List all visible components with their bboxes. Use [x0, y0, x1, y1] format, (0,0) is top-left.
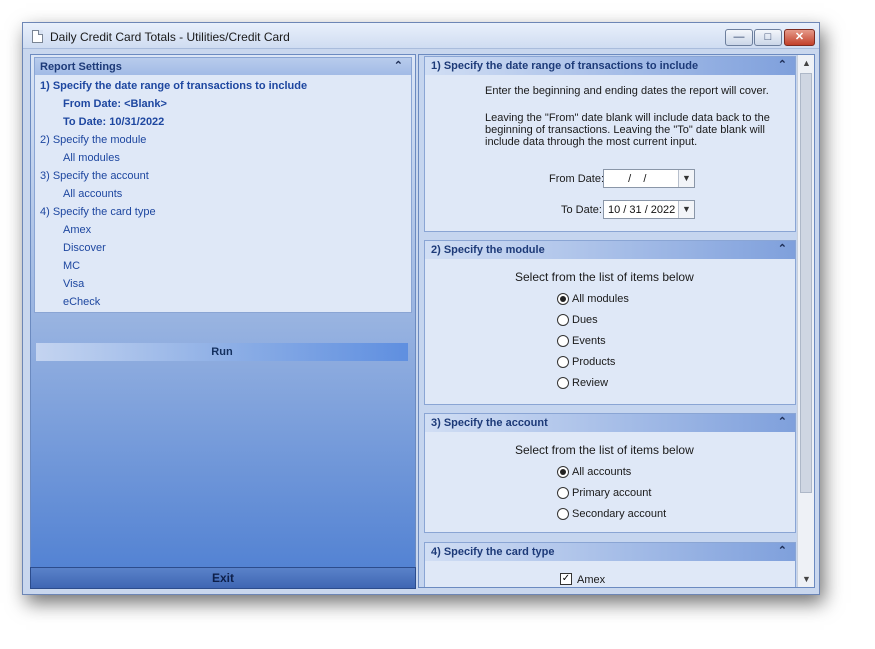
- radio-dues[interactable]: [557, 314, 569, 326]
- module-option-label[interactable]: Events: [572, 335, 606, 347]
- radio-products[interactable]: [557, 356, 569, 368]
- date-intro-text: Enter the beginning and ending dates the…: [485, 85, 769, 97]
- to-date-value: 10 / 31 / 2022: [608, 204, 676, 216]
- report-settings-box: Report Settings ⌃ 1) Specify the date ra…: [34, 57, 412, 313]
- account-option-label[interactable]: Secondary account: [572, 508, 666, 520]
- date-note-line3: include data through the most current in…: [485, 136, 698, 148]
- card-option-label[interactable]: Amex: [577, 574, 605, 586]
- card-type-section: 4) Specify the card type ⌃ ✓ Amex: [424, 542, 796, 587]
- to-date-label: To Date:: [561, 204, 602, 216]
- from-date-label: From Date:: [549, 173, 605, 185]
- summary-step-2[interactable]: 2) Specify the module: [40, 134, 146, 146]
- collapse-icon[interactable]: ⌃: [778, 242, 787, 255]
- module-title: 2) Specify the module: [431, 244, 545, 256]
- date-range-header[interactable]: 1) Specify the date range of transaction…: [425, 57, 795, 75]
- collapse-icon[interactable]: ⌃: [778, 544, 787, 557]
- account-header[interactable]: 3) Specify the account ⌃: [425, 414, 795, 432]
- chevron-down-icon[interactable]: ▼: [678, 170, 694, 187]
- summary-account[interactable]: All accounts: [63, 188, 122, 200]
- date-note-line2: beginning of transactions. Leaving the "…: [485, 124, 765, 136]
- radio-events[interactable]: [557, 335, 569, 347]
- from-date-value: / /: [622, 173, 647, 185]
- radio-all-accounts[interactable]: [557, 466, 569, 478]
- radio-all-modules[interactable]: [557, 293, 569, 305]
- collapse-icon[interactable]: ⌃: [778, 415, 787, 428]
- to-date-picker[interactable]: 10 / 31 / 2022 ▼: [603, 200, 695, 219]
- module-header[interactable]: 2) Specify the module ⌃: [425, 241, 795, 259]
- collapse-icon[interactable]: ⌃: [394, 59, 403, 72]
- maximize-button[interactable]: □: [754, 29, 782, 46]
- report-settings-header[interactable]: Report Settings ⌃: [35, 58, 411, 75]
- account-section: 3) Specify the account ⌃ Select from the…: [424, 413, 796, 533]
- left-panel: Report Settings ⌃ 1) Specify the date ra…: [30, 54, 416, 588]
- exit-button[interactable]: Exit: [30, 567, 416, 589]
- date-range-section: 1) Specify the date range of transaction…: [424, 56, 796, 232]
- module-option-label[interactable]: Review: [572, 377, 608, 389]
- account-prompt: Select from the list of items below: [515, 443, 694, 457]
- summary-to-date[interactable]: To Date: 10/31/2022: [63, 116, 164, 128]
- summary-module[interactable]: All modules: [63, 152, 120, 164]
- summary-step-1[interactable]: 1) Specify the date range of transaction…: [40, 80, 307, 92]
- module-option-label[interactable]: All modules: [572, 293, 629, 305]
- summary-step-3[interactable]: 3) Specify the account: [40, 170, 149, 182]
- summary-step-4[interactable]: 4) Specify the card type: [40, 206, 156, 218]
- title-bar: Daily Credit Card Totals - Utilities/Cre…: [23, 23, 819, 49]
- checkbox-amex[interactable]: ✓: [560, 573, 572, 585]
- account-option-label[interactable]: Primary account: [572, 487, 651, 499]
- module-option-label[interactable]: Products: [572, 356, 615, 368]
- report-settings-title: Report Settings: [40, 61, 122, 73]
- from-date-picker[interactable]: / / ▼: [603, 169, 695, 188]
- vertical-scrollbar[interactable]: ▲ ▼: [797, 55, 814, 587]
- chevron-down-icon[interactable]: ▼: [678, 201, 694, 218]
- summary-card-mc[interactable]: MC: [63, 260, 80, 272]
- card-type-header[interactable]: 4) Specify the card type ⌃: [425, 543, 795, 561]
- minimize-button[interactable]: —: [725, 29, 753, 46]
- account-title: 3) Specify the account: [431, 417, 548, 429]
- summary-card-amex[interactable]: Amex: [63, 224, 91, 236]
- close-button[interactable]: ✕: [784, 29, 815, 46]
- summary-card-discover[interactable]: Discover: [63, 242, 106, 254]
- window-title: Daily Credit Card Totals - Utilities/Cre…: [50, 30, 290, 44]
- module-option-label[interactable]: Dues: [572, 314, 598, 326]
- scroll-up-icon[interactable]: ▲: [802, 58, 811, 68]
- date-range-title: 1) Specify the date range of transaction…: [431, 60, 699, 72]
- app-window: Daily Credit Card Totals - Utilities/Cre…: [22, 22, 820, 595]
- date-note-line1: Leaving the "From" date blank will inclu…: [485, 112, 770, 124]
- collapse-icon[interactable]: ⌃: [778, 58, 787, 71]
- document-icon: [32, 30, 43, 43]
- module-prompt: Select from the list of items below: [515, 270, 694, 284]
- summary-card-echeck[interactable]: eCheck: [63, 296, 100, 308]
- radio-primary-account[interactable]: [557, 487, 569, 499]
- account-option-label[interactable]: All accounts: [572, 466, 631, 478]
- scroll-thumb[interactable]: [800, 73, 812, 493]
- module-section: 2) Specify the module ⌃ Select from the …: [424, 240, 796, 405]
- radio-review[interactable]: [557, 377, 569, 389]
- scroll-down-icon[interactable]: ▼: [802, 574, 811, 584]
- right-panel: 1) Specify the date range of transaction…: [418, 54, 815, 588]
- card-type-title: 4) Specify the card type: [431, 546, 555, 558]
- summary-card-visa[interactable]: Visa: [63, 278, 84, 290]
- run-button[interactable]: Run: [36, 343, 408, 361]
- summary-from-date[interactable]: From Date: <Blank>: [63, 98, 167, 110]
- radio-secondary-account[interactable]: [557, 508, 569, 520]
